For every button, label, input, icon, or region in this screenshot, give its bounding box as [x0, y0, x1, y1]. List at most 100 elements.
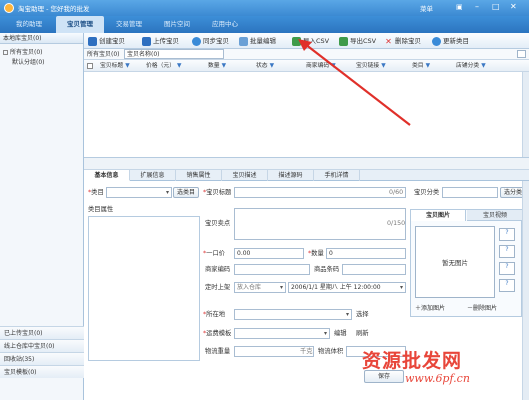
tab-source[interactable]: 描述源码 [268, 170, 314, 181]
attributes-panel [88, 216, 200, 361]
sidebar-item-uploaded[interactable]: 已上传宝贝(0) [0, 326, 84, 339]
update-category-button[interactable]: 更新类目 [432, 35, 469, 47]
create-item-label: 创建宝贝 [99, 37, 125, 45]
title-label: *宝贝标题 [203, 189, 232, 196]
selling-points-textarea[interactable] [234, 208, 406, 240]
filter-icon[interactable]: ▼ [481, 63, 485, 69]
select-all-checkbox[interactable] [87, 63, 93, 69]
splitter[interactable] [84, 158, 529, 170]
shipping-edit-link[interactable]: 编辑 [334, 328, 347, 339]
merchant-code-label: 商家编码 [205, 266, 231, 273]
image-slot-1[interactable]: ? [499, 228, 515, 241]
tree-item-default-group[interactable]: 默认分组(0) [12, 58, 45, 67]
sync-icon [192, 36, 201, 46]
location-select[interactable] [234, 309, 352, 320]
shipping-template-select[interactable] [234, 328, 330, 339]
close-icon[interactable]: ✕ [510, 2, 517, 11]
nav-tab-apps[interactable]: 应用中心 [202, 16, 248, 33]
app-title: 淘宝助理 - 您好我的批发 [18, 5, 90, 13]
title-bar: 淘宝助理 - 您好我的批发 菜单 ▣ – □ ✕ [0, 0, 529, 16]
sync-item-button[interactable]: 同步宝贝 [192, 35, 229, 47]
minimize-icon[interactable]: – [475, 2, 479, 11]
col-qty-label: 数量 [208, 63, 220, 69]
tab-extended[interactable]: 扩展信息 [130, 170, 176, 181]
watermark-url: www.6pf.cn [405, 372, 470, 385]
image-slot-4[interactable]: ? [499, 279, 515, 292]
filter-icon[interactable]: ▼ [381, 63, 385, 69]
batch-edit-button[interactable]: 批量编辑 [239, 35, 276, 47]
filter-icon[interactable]: ▼ [331, 63, 335, 69]
title-input[interactable] [234, 187, 406, 198]
tab-item-video[interactable]: 宝贝视频 [467, 210, 523, 221]
menu-link[interactable]: 菜单 [420, 3, 433, 13]
selling-points-counter: 0/150 [387, 220, 406, 227]
settings-icon[interactable] [517, 50, 526, 58]
col-title[interactable]: 宝贝标题 ▼ [100, 60, 130, 72]
select-category-button[interactable]: 选类目 [173, 187, 199, 198]
attributes-label: 类目属性 [88, 206, 114, 213]
location-select-link[interactable]: 选择 [356, 309, 369, 320]
export-csv-button[interactable]: 导出CSV [339, 35, 376, 47]
export-icon [339, 36, 348, 46]
collapse-icon[interactable] [3, 50, 8, 55]
add-image-link[interactable]: ＋添加图片 [415, 303, 445, 312]
col-code[interactable]: 商家编码 ▼ [306, 60, 336, 72]
filter-icon[interactable]: ▼ [426, 63, 430, 69]
form-scrollbar[interactable] [522, 181, 529, 400]
weight-unit: 千克 [300, 348, 313, 355]
col-store-cat[interactable]: 店铺分类 ▼ [456, 60, 486, 72]
batch-edit-label: 批量编辑 [250, 37, 276, 45]
merchant-code-input[interactable] [234, 264, 310, 275]
filter-icon[interactable]: ▼ [125, 63, 129, 69]
tab-description[interactable]: 宝贝描述 [222, 170, 268, 181]
col-price[interactable]: 价格（元） ▼ [146, 60, 181, 72]
tab-item-images[interactable]: 宝贝图片 [411, 210, 466, 221]
maximize-icon[interactable]: □ [492, 2, 500, 11]
tab-mobile[interactable]: 手机详情 [314, 170, 360, 181]
nav-tab-images[interactable]: 图片空间 [154, 16, 200, 33]
create-item-button[interactable]: 创建宝贝 [88, 35, 125, 47]
filter-icon[interactable]: ▼ [222, 63, 226, 69]
barcode-input[interactable] [342, 264, 406, 275]
listing-datetime-picker[interactable]: 2006/1/1 星期八 上午 12:00:00 [288, 282, 406, 293]
price-input[interactable]: 0.00 [234, 248, 304, 259]
delete-image-link[interactable]: －删除图片 [467, 303, 497, 312]
export-csv-label: 导出CSV [350, 37, 377, 45]
image-preview[interactable]: 暂无图片 [415, 226, 495, 298]
basic-info-form: *类目 选类目 *宝贝标题 0/60 宝贝分类 选分类 类目属性 宝贝卖点 0/… [84, 181, 529, 400]
tree-item-all[interactable]: 所有宝贝(0) [3, 48, 43, 57]
delete-item-button[interactable]: ✕ 删除宝贝 [384, 35, 421, 47]
col-qty[interactable]: 数量 ▼ [208, 60, 226, 72]
filter-icon[interactable]: ▼ [270, 63, 274, 69]
store-category-input[interactable] [442, 187, 498, 198]
tab-basic[interactable]: 基本信息 [84, 170, 130, 181]
import-csv-button[interactable]: 导入CSV [292, 35, 329, 47]
filter-icon[interactable]: ▼ [177, 63, 181, 69]
col-link[interactable]: 宝贝链接 ▼ [356, 60, 386, 72]
quantity-input[interactable]: 0 [326, 248, 406, 259]
table-header: 宝贝标题 ▼ 价格（元） ▼ 数量 ▼ 状态 ▼ 商家编码 ▼ 宝贝链接 ▼ 类目 ▼ 店铺分… [84, 60, 529, 72]
image-slot-3[interactable]: ? [499, 262, 515, 275]
refresh-icon [432, 36, 441, 46]
title-counter: 0/60 [389, 189, 404, 196]
col-category[interactable]: 类目 ▼ [412, 60, 430, 72]
sidebar-item-warehouse[interactable]: 线上仓库中宝贝(0) [0, 339, 84, 352]
barcode-label: 商品条码 [314, 266, 340, 273]
nav-tab-trade[interactable]: 交易管理 [106, 16, 152, 33]
tree-item-all-label: 所有宝贝(0) [10, 49, 43, 56]
filter-input[interactable]: 宝贝名称(0) [124, 49, 224, 59]
tab-sales-attr[interactable]: 销售属性 [176, 170, 222, 181]
shipping-refresh-link[interactable]: 刷新 [356, 328, 369, 339]
col-status[interactable]: 状态 ▼ [256, 60, 274, 72]
category-select[interactable] [106, 187, 172, 198]
detail-tabs: 基本信息 扩展信息 销售属性 宝贝描述 描述源码 手机详情 [84, 170, 529, 181]
image-slot-2[interactable]: ? [499, 245, 515, 258]
nav-tab-assistant[interactable]: 我的助理 [6, 16, 52, 33]
table-scrollbar[interactable] [522, 72, 529, 157]
sidebar-item-recycle[interactable]: 回收站(35) [0, 352, 84, 365]
upload-item-button[interactable]: 上传宝贝 [142, 35, 179, 47]
nav-tab-items[interactable]: 宝贝管理 [56, 16, 104, 33]
sidebar-item-templates[interactable]: 宝贝模板(0) [0, 365, 84, 378]
listing-mode-select[interactable]: 放入仓库 [234, 282, 286, 293]
skin-icon[interactable]: ▣ [456, 3, 463, 11]
